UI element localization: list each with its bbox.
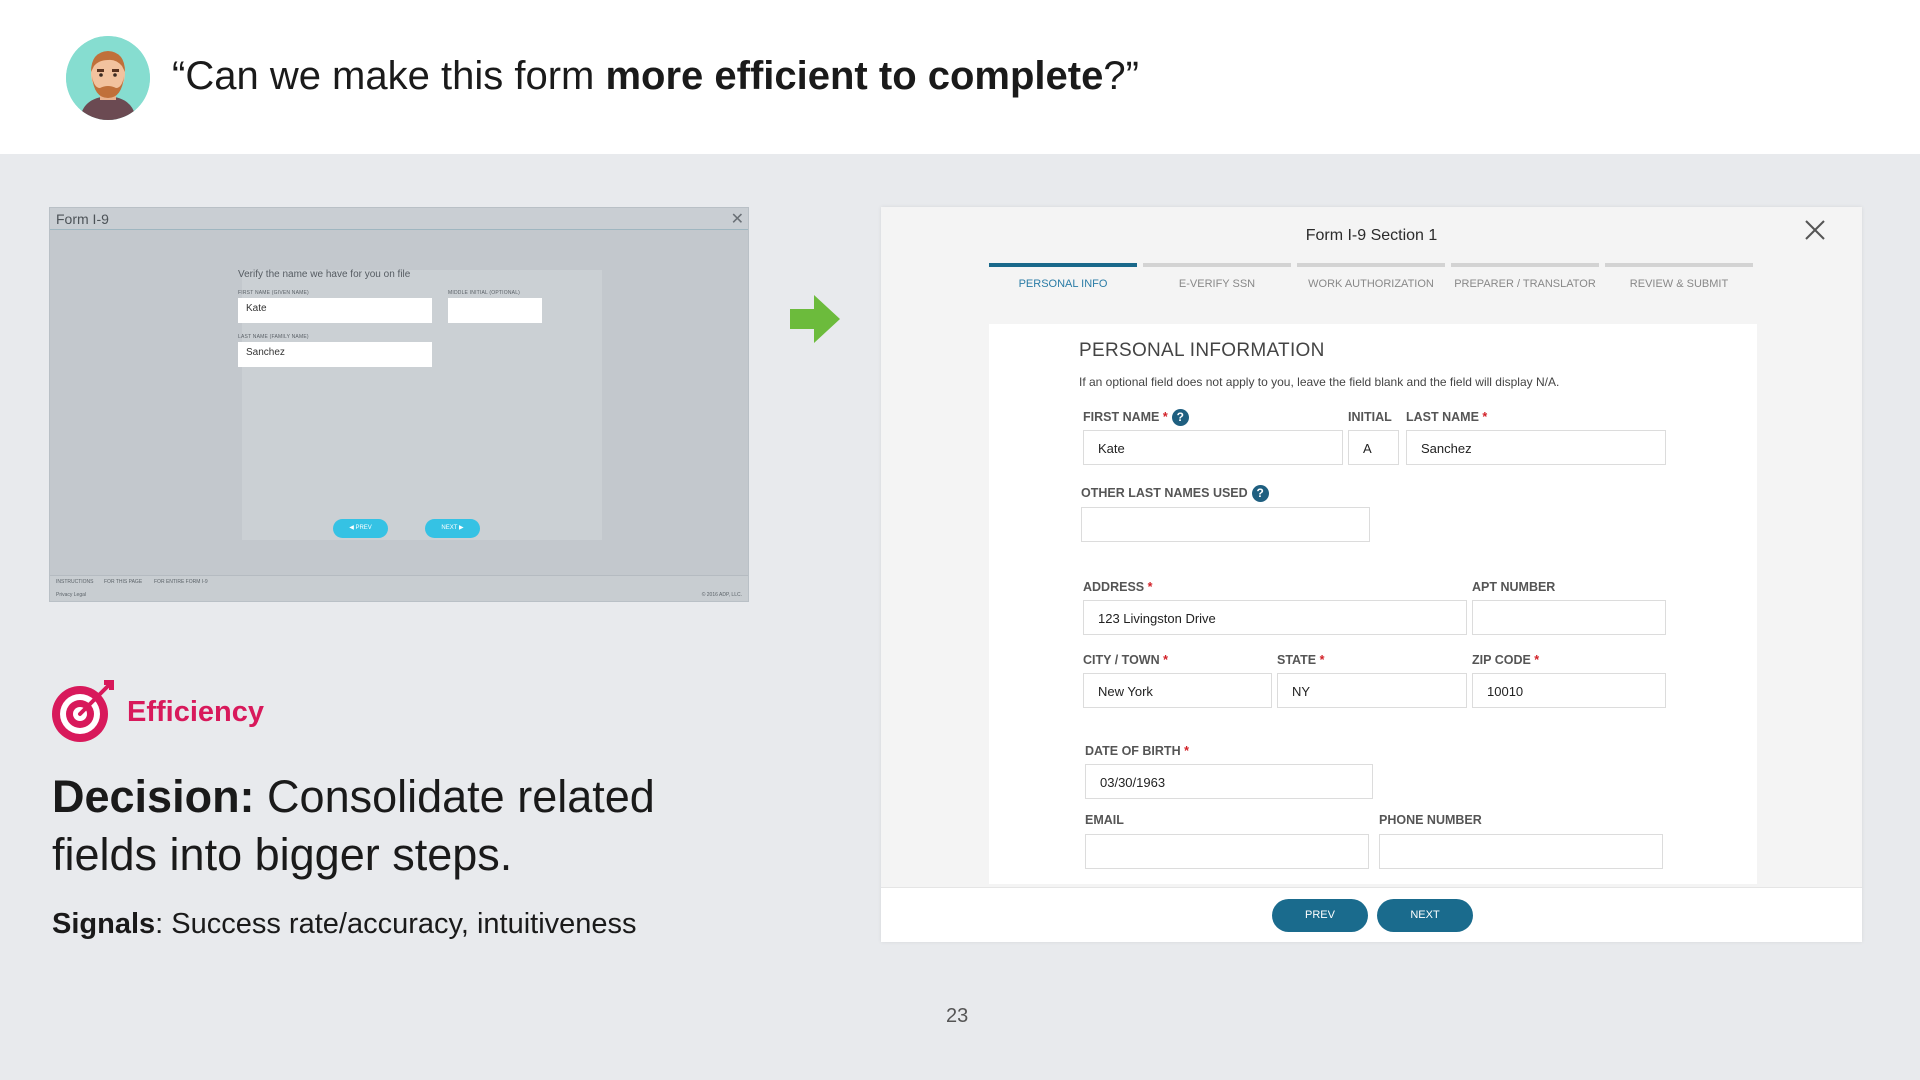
old-form-title: Form I-9 — [56, 211, 109, 227]
step-label: PREPARER / TRANSLATOR — [1454, 278, 1596, 290]
email-label: EMAIL — [1085, 813, 1124, 827]
step-label: PERSONAL INFO — [1018, 278, 1108, 290]
quote-close: ?” — [1103, 54, 1139, 98]
old-footer-instructions: INSTRUCTIONS — [56, 579, 94, 585]
avatar-illustration-icon — [66, 36, 150, 120]
personal-info-form: PERSONAL INFORMATION If an optional fiel… — [989, 324, 1757, 884]
header-band: “Can we make this form more efficient to… — [0, 0, 1920, 154]
dob-label: DATE OF BIRTH * — [1085, 744, 1189, 758]
initial-label: INITIAL — [1348, 410, 1392, 424]
step-work-authorization[interactable]: WORK AUTHORIZATION — [1297, 263, 1445, 293]
old-prev-button[interactable]: ◀ PREV — [333, 519, 388, 538]
old-footer-entire-form[interactable]: FOR ENTIRE FORM I-9 — [154, 579, 208, 585]
last-name-label: LAST NAME * — [1406, 410, 1488, 424]
help-icon[interactable]: ? — [1171, 409, 1189, 426]
step-label: REVIEW & SUBMIT — [1629, 278, 1729, 290]
apt-number-input[interactable] — [1472, 600, 1666, 635]
decision-text: Decision: Consolidate related fields int… — [52, 768, 752, 884]
old-first-name-label: FIRST NAME (GIVEN NAME) — [238, 290, 309, 296]
help-icon[interactable]: ? — [1251, 485, 1269, 502]
target-icon — [52, 680, 114, 742]
address-label: ADDRESS * — [1083, 580, 1153, 594]
phone-number-input[interactable] — [1379, 834, 1663, 869]
close-icon[interactable] — [1804, 217, 1826, 247]
efficiency-label: Efficiency — [127, 696, 264, 728]
old-close-icon[interactable]: ✕ — [731, 209, 744, 229]
next-button[interactable]: NEXT — [1377, 899, 1473, 932]
old-form-content: Verify the name we have for you on file … — [50, 230, 748, 575]
page-number: 23 — [946, 1005, 969, 1027]
other-last-names-label: OTHER LAST NAMES USED? — [1081, 485, 1269, 502]
avatar — [66, 36, 150, 120]
old-footer-this-page[interactable]: FOR THIS PAGE — [104, 579, 142, 585]
old-last-name-label: LAST NAME (FAMILY NAME) — [238, 334, 309, 340]
apt-number-label: APT NUMBER — [1472, 580, 1556, 594]
step-bar — [1451, 263, 1599, 267]
old-footer-copyright: © 2016 ADP, LLC. — [701, 592, 742, 598]
state-select[interactable]: NY — [1277, 673, 1467, 708]
old-first-name-input[interactable]: Kate — [238, 298, 432, 323]
step-label: WORK AUTHORIZATION — [1308, 278, 1434, 290]
old-last-name-input[interactable]: Sanchez — [238, 342, 432, 367]
form-footer: PREV NEXT — [881, 887, 1862, 942]
quote-open: “Can we make this form — [172, 54, 606, 98]
city-input[interactable]: New York — [1083, 673, 1272, 708]
step-review-submit[interactable]: REVIEW & SUBMIT — [1605, 263, 1753, 293]
old-form-titlebar: Form I-9 ✕ — [50, 208, 748, 230]
quote-bold: more efficient to complete — [605, 54, 1104, 98]
last-name-input[interactable]: Sanchez — [1406, 430, 1666, 465]
step-bar — [1605, 263, 1753, 267]
step-personal-info[interactable]: PERSONAL INFO — [989, 263, 1137, 293]
city-label: CITY / TOWN * — [1083, 653, 1168, 667]
new-form-title: Form I-9 Section 1 — [1305, 227, 1438, 244]
signals-body: : Success rate/accuracy, intuitiveness — [155, 908, 637, 940]
section-title: PERSONAL INFORMATION — [1079, 340, 1325, 361]
email-input[interactable] — [1085, 834, 1369, 869]
dob-input[interactable]: 03/30/1963 — [1085, 764, 1373, 799]
step-bar — [989, 263, 1137, 267]
first-name-input[interactable]: Kate — [1083, 430, 1343, 465]
old-middle-initial-input[interactable] — [448, 298, 542, 323]
state-label: STATE * — [1277, 653, 1325, 667]
old-next-button[interactable]: NEXT ▶ — [425, 519, 480, 538]
new-form-window: Form I-9 Section 1 PERSONAL INFO E-VERIF… — [881, 207, 1862, 942]
signals-text: Signals: Success rate/accuracy, intuitiv… — [52, 908, 637, 941]
right-arrow-icon — [790, 295, 840, 343]
step-label: E-VERIFY SSN — [1178, 278, 1256, 290]
old-form-footer: INSTRUCTIONS FOR THIS PAGE FOR ENTIRE FO… — [50, 575, 748, 601]
zip-code-label: ZIP CODE * — [1472, 653, 1540, 667]
old-footer-privacy[interactable]: Privacy Legal — [56, 592, 86, 598]
step-e-verify-ssn[interactable]: E-VERIFY SSN — [1143, 263, 1291, 293]
step-preparer-translator[interactable]: PREPARER / TRANSLATOR — [1451, 263, 1599, 293]
signals-bold: Signals — [52, 908, 156, 940]
step-bar — [1143, 263, 1291, 267]
initial-input[interactable]: A — [1348, 430, 1399, 465]
zip-code-input[interactable]: 10010 — [1472, 673, 1666, 708]
old-middle-initial-label: MIDDLE INITIAL (OPTIONAL) — [448, 290, 521, 296]
headline-quote: “Can we make this form more efficient to… — [172, 54, 1139, 99]
phone-number-label: PHONE NUMBER — [1379, 813, 1482, 827]
address-input[interactable]: 123 Livingston Drive — [1083, 600, 1467, 635]
step-bar — [1297, 263, 1445, 267]
decision-bold: Decision: — [52, 771, 255, 822]
old-form-heading: Verify the name we have for you on file — [238, 269, 411, 280]
prev-button[interactable]: PREV — [1272, 899, 1368, 932]
first-name-label: FIRST NAME *? — [1083, 409, 1189, 426]
other-last-names-input[interactable] — [1081, 507, 1370, 542]
form-hint: If an optional field does not apply to y… — [1079, 375, 1560, 389]
old-form-screenshot: Form I-9 ✕ Verify the name we have for y… — [49, 207, 749, 602]
